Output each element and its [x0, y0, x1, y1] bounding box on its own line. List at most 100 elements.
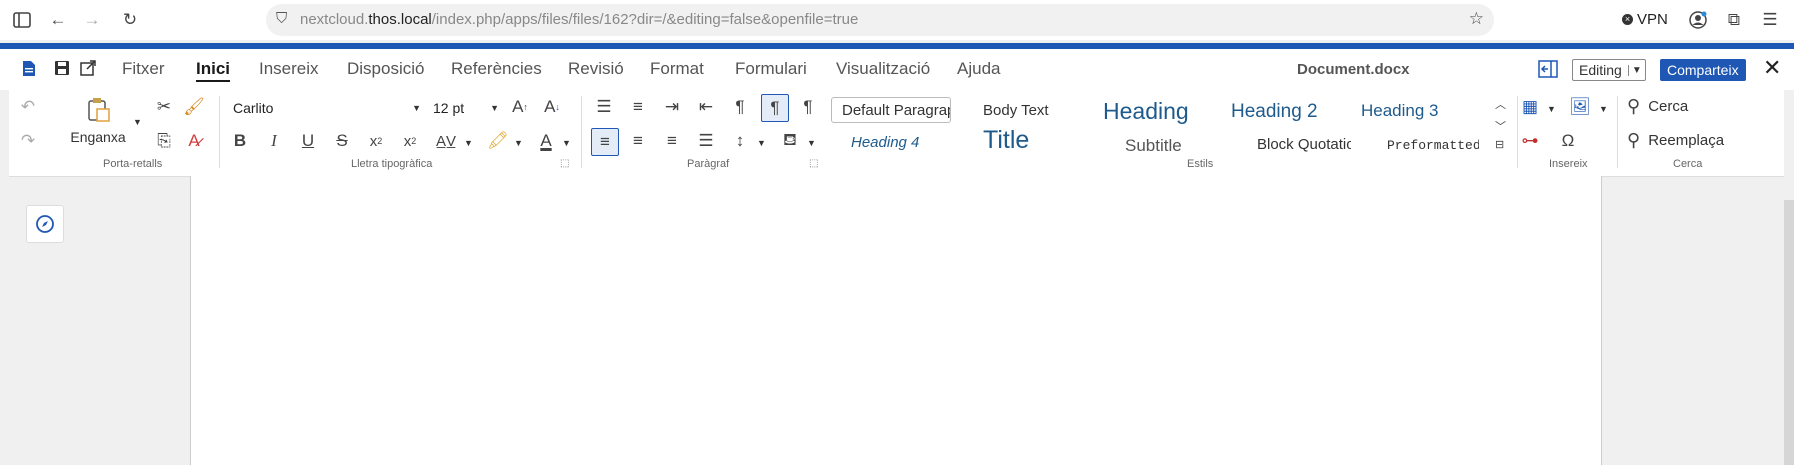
styles-group-label: Estils: [1187, 158, 1214, 170]
strikethrough-icon[interactable]: S: [329, 128, 355, 154]
superscript-icon[interactable]: x2: [397, 128, 423, 154]
paragraph-dialog-launcher-icon[interactable]: ⬚: [809, 158, 818, 169]
align-right-icon[interactable]: ≡: [659, 128, 685, 154]
styles-scroll-up-icon[interactable]: ︿: [1495, 96, 1506, 112]
tab-format[interactable]: Format: [650, 59, 704, 79]
bold-icon[interactable]: B: [227, 128, 253, 154]
paragraph-group-label: Paràgraf: [687, 158, 730, 170]
increase-indent-icon[interactable]: ⇥: [659, 94, 685, 120]
tab-disposicio[interactable]: Disposició: [347, 59, 424, 79]
styles-scroll-down-icon[interactable]: ﹀: [1495, 118, 1506, 134]
style-title[interactable]: Title: [983, 126, 1083, 158]
chevron-down-icon[interactable]: ▼: [514, 138, 523, 148]
browser-menu-icon[interactable]: ☰: [1758, 8, 1782, 32]
page-break-icon[interactable]: ⊶: [1517, 128, 1543, 154]
chevron-down-icon[interactable]: ▼: [1599, 104, 1608, 114]
url-text[interactable]: nextcloud.thos.local/index.php/apps/file…: [300, 11, 858, 28]
styles-expand-icon[interactable]: ⊟: [1495, 138, 1504, 151]
chevron-down-icon[interactable]: ▼: [1547, 104, 1556, 114]
insert-image-icon[interactable]: 🖼: [1567, 94, 1593, 120]
site-security-icon[interactable]: ⛉: [276, 10, 287, 27]
paste-button[interactable]: Enganxa: [63, 96, 133, 152]
tab-inici[interactable]: Inici: [196, 59, 231, 82]
document-page[interactable]: [190, 176, 1602, 465]
profile-icon[interactable]: [1686, 8, 1710, 32]
paste-dropdown-arrow[interactable]: ▼: [133, 117, 142, 127]
italic-icon[interactable]: I: [261, 128, 287, 154]
style-preformatted[interactable]: Preformatted: [1387, 138, 1479, 156]
character-spacing-icon[interactable]: A̲V̲: [433, 128, 459, 154]
cut-icon[interactable]: ✂: [151, 94, 177, 120]
grow-font-icon[interactable]: A ↑: [507, 94, 533, 120]
ribbon-toolbar: ↶ ↷ Enganxa ▼ ✂ 🖌 ⎘ A̷ Porta-retalls Car…: [9, 90, 1784, 177]
sidebar-toggle-icon[interactable]: [10, 8, 34, 32]
navigator-button[interactable]: [26, 205, 64, 243]
align-center-icon[interactable]: ≡: [625, 128, 651, 154]
style-heading[interactable]: Heading: [1103, 98, 1223, 125]
close-icon[interactable]: ✕: [1763, 55, 1781, 81]
vpn-indicator[interactable]: × VPN: [1622, 11, 1668, 28]
share-button[interactable]: Comparteix: [1660, 59, 1746, 81]
paragraph-shading-icon[interactable]: ⛾: [777, 128, 803, 154]
style-heading-2[interactable]: Heading 2: [1231, 101, 1351, 123]
back-icon[interactable]: ←: [46, 8, 70, 32]
line-spacing-icon[interactable]: ↕: [727, 128, 753, 154]
tab-revisio[interactable]: Revisió: [568, 59, 624, 79]
extensions-icon[interactable]: ⧉: [1722, 8, 1746, 32]
chevron-down-icon[interactable]: ▼: [464, 138, 473, 148]
font-size-combobox[interactable]: 12 pt ▼: [433, 96, 499, 120]
edit-mode-dropdown[interactable]: Editing ▼: [1572, 59, 1646, 81]
style-default-paragraph[interactable]: Default Paragraph: [831, 97, 951, 123]
font-dialog-launcher-icon[interactable]: ⬚: [560, 158, 569, 169]
clipboard-group-label: Porta-retalls: [103, 158, 163, 170]
align-left-icon[interactable]: ≡: [591, 128, 619, 156]
undo-icon[interactable]: ↶: [15, 94, 41, 120]
chevron-down-icon: ▼: [1627, 64, 1645, 76]
clear-formatting-icon[interactable]: A̷: [181, 128, 207, 154]
highlight-color-icon[interactable]: 🖍: [485, 128, 511, 154]
redo-icon[interactable]: ↷: [15, 128, 41, 154]
numbered-list-icon[interactable]: ≡: [625, 94, 651, 120]
find-button[interactable]: ⚲ Cerca: [1627, 96, 1688, 117]
bullet-list-icon[interactable]: ☰: [591, 94, 617, 120]
justify-icon[interactable]: ☰: [693, 128, 719, 154]
tab-formulari[interactable]: Formulari: [735, 59, 807, 79]
chevron-down-icon[interactable]: ▼: [562, 138, 571, 148]
font-name-combobox[interactable]: Carlito ▼: [233, 96, 421, 120]
bookmark-star-icon[interactable]: ☆: [1469, 9, 1484, 29]
font-color-icon[interactable]: A: [533, 128, 559, 154]
forward-icon[interactable]: →: [80, 8, 104, 32]
tab-referencies[interactable]: Referències: [451, 59, 542, 79]
copy-icon[interactable]: ⎘: [151, 128, 177, 154]
rtl-direction-icon[interactable]: ¶: [795, 94, 821, 120]
tab-ajuda[interactable]: Ajuda: [957, 59, 1000, 79]
ltr-direction-icon[interactable]: ¶: [761, 94, 789, 122]
subscript-icon[interactable]: x2: [363, 128, 389, 154]
replace-button[interactable]: ⚲ Reemplaça: [1627, 130, 1724, 151]
chevron-down-icon[interactable]: ▼: [757, 138, 766, 148]
tab-fitxer[interactable]: Fitxer: [122, 59, 165, 79]
underline-icon[interactable]: U: [295, 128, 321, 154]
style-heading-3[interactable]: Heading 3: [1361, 101, 1461, 121]
chevron-down-icon[interactable]: ▼: [807, 138, 816, 148]
format-painter-icon[interactable]: 🖌: [181, 94, 207, 120]
vertical-scrollbar[interactable]: [1784, 200, 1794, 465]
style-block-quotation[interactable]: Block Quotation: [1257, 136, 1351, 156]
insert-table-icon[interactable]: ▦: [1517, 94, 1543, 120]
style-heading-4[interactable]: Heading 4: [851, 134, 971, 151]
tab-insereix[interactable]: Insereix: [259, 59, 319, 79]
sidebar-panel-icon[interactable]: [1538, 60, 1558, 83]
save-icon[interactable]: [54, 60, 70, 81]
formatting-marks-icon[interactable]: ¶: [727, 94, 753, 120]
document-app-icon: [22, 60, 36, 82]
tab-visualitzacio[interactable]: Visualització: [836, 59, 930, 79]
shrink-font-icon[interactable]: A ↓: [539, 94, 565, 120]
document-title[interactable]: Document.docx: [1297, 61, 1410, 78]
open-in-new-window-icon[interactable]: [80, 60, 96, 81]
style-subtitle[interactable]: Subtitle: [1125, 136, 1235, 156]
special-character-icon[interactable]: Ω: [1555, 128, 1581, 154]
reload-icon[interactable]: ↻: [118, 8, 142, 32]
address-bar[interactable]: ⛉ nextcloud.thos.local/index.php/apps/fi…: [266, 4, 1494, 36]
decrease-indent-icon[interactable]: ⇤: [693, 94, 719, 120]
style-body-text[interactable]: Body Text: [983, 102, 1093, 119]
